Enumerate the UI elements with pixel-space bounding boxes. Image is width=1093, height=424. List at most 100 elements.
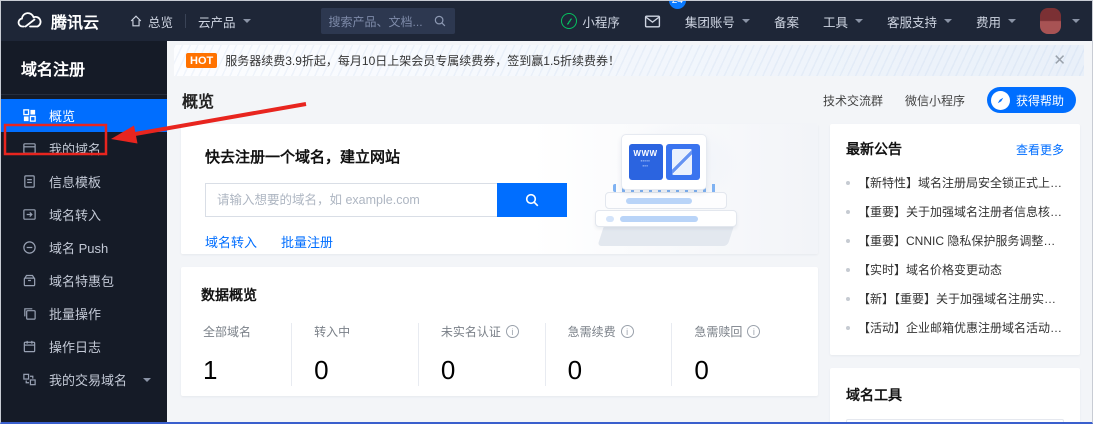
page-title: 概览 xyxy=(182,94,215,111)
chevron-down-icon xyxy=(242,19,251,23)
search-icon xyxy=(434,15,445,27)
split-squares-icon xyxy=(22,372,38,388)
stat-all-domains: 全部域名 1 xyxy=(201,323,291,386)
mini-program-label: 小程序 xyxy=(582,15,620,30)
calendar-log-icon xyxy=(22,339,38,355)
announcement-item[interactable]: 【新】【重要】关于加强域名注册实名核... xyxy=(846,284,1064,313)
stat-redeem-urgent: 急需赎回 i 0 xyxy=(671,323,798,386)
sidebar-item-operation-logs[interactable]: 操作日志 xyxy=(1,330,167,363)
domain-search-button[interactable] xyxy=(497,183,567,217)
menu-support[interactable]: 客服支持 xyxy=(875,1,964,41)
sidebar-item-my-domains[interactable]: 我的域名 xyxy=(1,132,167,165)
domain-search-input[interactable] xyxy=(205,183,497,217)
stat-value: 0 xyxy=(440,355,456,385)
nav-cloud-products[interactable]: 云产品 xyxy=(186,1,263,41)
bullet-dot xyxy=(846,238,850,243)
sidebar-item-trade-domains[interactable]: 我的交易域名 xyxy=(1,363,167,396)
community-link[interactable]: 技术交流群 xyxy=(823,92,883,109)
copy-stack-icon xyxy=(22,306,38,322)
messages-button[interactable]: 24 xyxy=(632,1,686,41)
sidebar-item-domain-push[interactable]: 域名 Push xyxy=(1,231,167,264)
browser-window-icon xyxy=(22,141,38,157)
announcements-card: 最新公告 查看更多 【新特性】域名注册局安全锁正式上线！ 【重要】关于加强域名注… xyxy=(830,124,1080,355)
brand-name: 腾讯云 xyxy=(51,15,100,32)
stats-card-title: 数据概览 xyxy=(201,287,257,303)
mini-program-entry[interactable]: 小程序 xyxy=(549,1,632,41)
announcement-item[interactable]: 【活动】企业邮箱优惠注册域名活动上线！ xyxy=(846,313,1064,342)
chevron-down-icon[interactable] xyxy=(143,377,151,382)
info-icon[interactable]: i xyxy=(747,325,761,338)
register-domain-card: WWW ▪▪▪▪▪ ▪▪▪ 快去注册一个域名，建立网站 请输入想要的域名，如 e… xyxy=(181,124,818,254)
info-icon[interactable]: i xyxy=(620,325,634,338)
promo-banner: HOT 服务器续费3.9折起，每月10日上架会员专属续费券，签到赢1.5折续费券… xyxy=(174,45,1084,76)
menu-billing[interactable]: 费用 xyxy=(964,1,1028,41)
promo-text: 服务器续费3.9折起，每月10日上架会员专属续费券，签到赢1.5折续费券！ xyxy=(225,54,620,68)
menu-group-account[interactable]: 集团账号 xyxy=(673,1,762,41)
wechat-miniprogram-link[interactable]: 微信小程序 xyxy=(905,92,965,109)
nav-overview[interactable]: 总览 xyxy=(117,1,185,41)
close-icon[interactable]: ✕ xyxy=(1047,51,1072,70)
stat-transferring: 转入中 0 xyxy=(291,323,418,386)
search-icon xyxy=(525,193,539,207)
account-avatar-menu[interactable] xyxy=(1028,1,1092,41)
global-search-input[interactable]: 搜索产品、文档... xyxy=(320,8,455,34)
sidebar-item-overview[interactable]: 概览 xyxy=(1,99,167,132)
domain-tools-card: 域名工具 WHOIS查询 xyxy=(830,368,1080,422)
announcement-item[interactable]: 【重要】CNNIC 隐私保护服务调整通知 xyxy=(846,226,1064,255)
batch-register-link[interactable]: 批量注册 xyxy=(281,232,333,251)
mail-icon xyxy=(644,14,661,28)
stat-value: 1 xyxy=(203,355,218,385)
sidebar-title: 域名注册 xyxy=(1,41,167,95)
sidebar: 域名注册 概览 我的域名 信息模板 域名转入 域名 Push 域名特惠包 批量操… xyxy=(1,41,167,422)
stat-unverified: 未实名认证 i 0 xyxy=(417,323,545,386)
announcement-item[interactable]: 【重要】关于加强域名注册者信息核验要... xyxy=(846,197,1064,226)
chevron-down-icon xyxy=(741,19,750,23)
register-card-title: 快去注册一个域名，建立网站 xyxy=(205,149,401,166)
sidebar-item-domain-package[interactable]: 域名特惠包 xyxy=(1,264,167,297)
transfer-in-icon xyxy=(22,207,38,223)
home-icon xyxy=(130,15,142,27)
view-more-link[interactable]: 查看更多 xyxy=(1016,141,1064,158)
stat-value: 0 xyxy=(314,355,329,385)
document-icon xyxy=(22,174,38,190)
menu-icp-filing[interactable]: 备案 xyxy=(762,1,811,41)
bullet-dot xyxy=(846,209,850,214)
main-content: HOT 服务器续费3.9折起，每月10日上架会员专属续费券，签到赢1.5折续费券… xyxy=(167,41,1092,422)
sidebar-item-info-template[interactable]: 信息模板 xyxy=(1,165,167,198)
bullet-dot xyxy=(846,267,850,272)
compass-icon xyxy=(990,90,1010,110)
sidebar-menu: 概览 我的域名 信息模板 域名转入 域名 Push 域名特惠包 批量操作 操作日… xyxy=(1,95,167,396)
circle-minus-icon xyxy=(22,240,38,256)
tencent-cloud-logo[interactable]: 腾讯云 xyxy=(1,9,117,33)
page-header: 概览 技术交流群 微信小程序 获得帮助 xyxy=(167,76,1092,122)
chevron-down-icon xyxy=(943,19,952,23)
whois-tool-button[interactable]: WHOIS查询 xyxy=(846,419,1064,422)
chevron-down-icon xyxy=(1072,19,1080,23)
sidebar-item-batch-operations[interactable]: 批量操作 xyxy=(1,297,167,330)
bullet-dot xyxy=(846,180,850,185)
announcement-item[interactable]: 【实时】域名价格变更动态 xyxy=(846,255,1064,284)
search-placeholder: 搜索产品、文档... xyxy=(328,14,423,29)
nav-products-label: 云产品 xyxy=(198,15,236,30)
tools-card-title: 域名工具 xyxy=(846,387,902,403)
top-navbar: 腾讯云 总览 云产品 搜索产品、文档... 小程序 24 集团账号 备案 工具 … xyxy=(1,1,1092,41)
avatar xyxy=(1040,8,1061,34)
stat-value: 0 xyxy=(694,355,709,385)
info-icon[interactable]: i xyxy=(505,325,519,338)
cloud-logo-icon xyxy=(17,12,42,28)
sidebar-item-transfer-in[interactable]: 域名转入 xyxy=(1,198,167,231)
announcements-title: 最新公告 xyxy=(846,141,902,157)
tencent-cloud-console: 腾讯云 总览 云产品 搜索产品、文档... 小程序 24 集团账号 备案 工具 … xyxy=(0,0,1093,424)
stat-renewal-urgent: 急需续费 i 0 xyxy=(544,323,672,386)
bullet-dot xyxy=(846,325,850,330)
chevron-down-icon xyxy=(854,19,863,23)
chevron-down-icon xyxy=(1008,19,1016,23)
transfer-in-link[interactable]: 域名转入 xyxy=(205,232,257,251)
data-overview-card: 数据概览 全部域名 1 转入中 0 未实名认证 i 0 急需续费 i 0 急需赎… xyxy=(181,267,818,396)
announcement-item[interactable]: 【新特性】域名注册局安全锁正式上线！ xyxy=(846,168,1064,197)
topbar-right: 小程序 24 集团账号 备案 工具 客服支持 费用 xyxy=(549,1,1092,41)
menu-tools[interactable]: 工具 xyxy=(811,1,875,41)
dashboard-grid-icon xyxy=(22,108,38,124)
get-help-button[interactable]: 获得帮助 xyxy=(986,87,1076,113)
mini-program-icon xyxy=(561,13,578,29)
